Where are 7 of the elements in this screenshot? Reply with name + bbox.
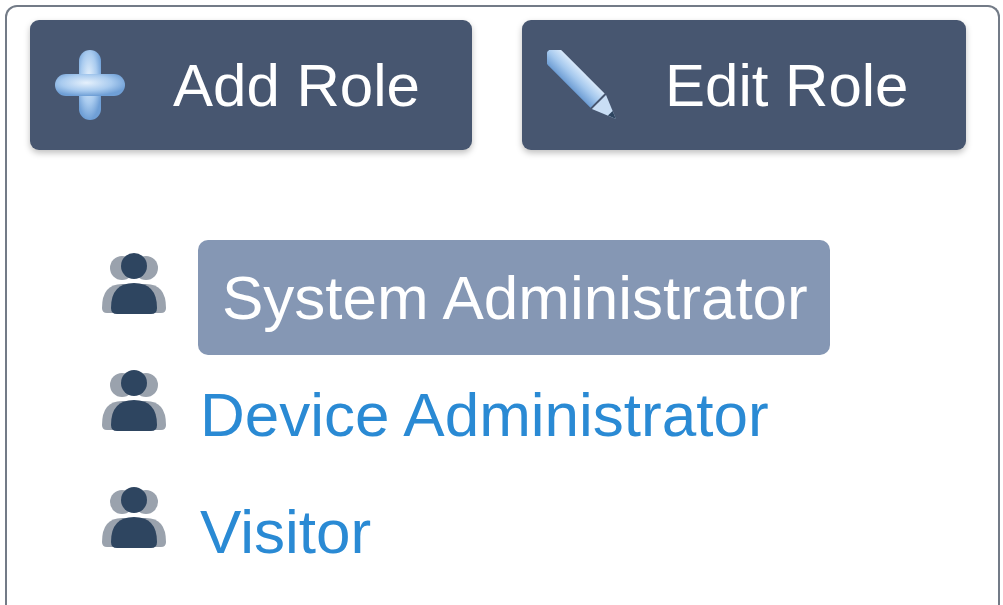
role-item[interactable]: Device Administrator (198, 357, 791, 472)
edit-role-button[interactable]: Edit Role (522, 20, 966, 150)
role-item[interactable]: Visitor (198, 474, 394, 589)
pencil-icon (547, 50, 617, 120)
add-role-button[interactable]: Add Role (30, 20, 472, 150)
role-item[interactable]: System Administrator (198, 240, 830, 355)
plus-icon (55, 50, 125, 120)
